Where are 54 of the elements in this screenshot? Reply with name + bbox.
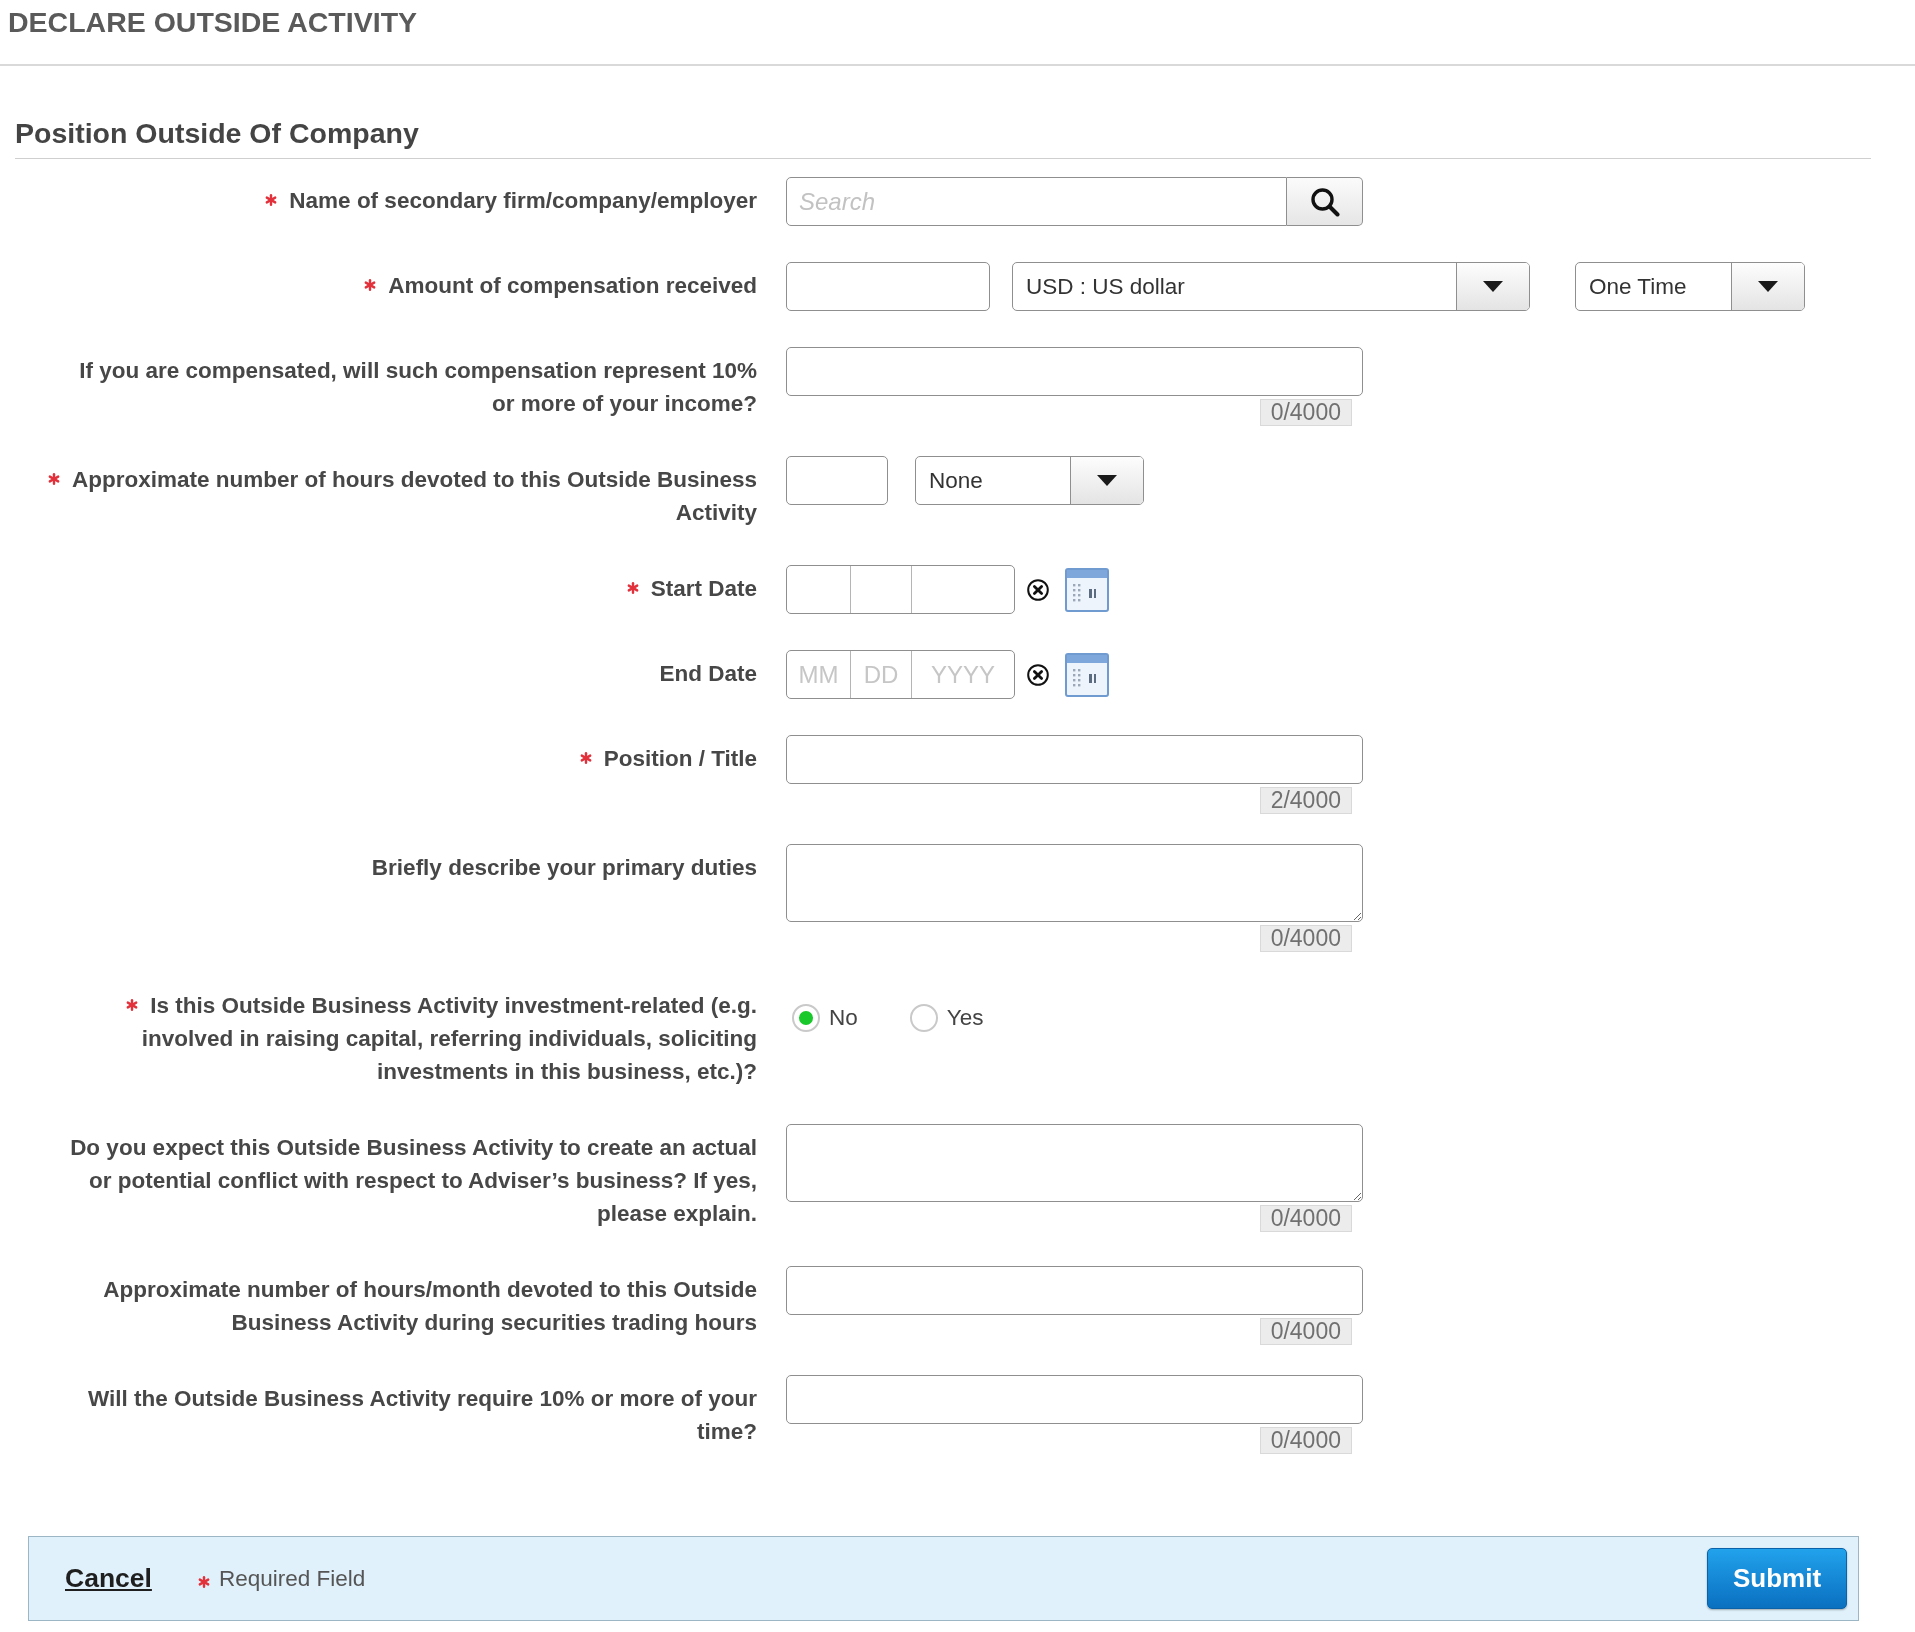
search-icon	[1309, 186, 1340, 217]
clear-icon[interactable]	[1027, 663, 1049, 686]
cancel-link[interactable]: Cancel	[65, 1558, 152, 1599]
option-label: No	[829, 1004, 858, 1032]
field-label: Will the Outside Business Activity require 10% or more of your time?	[87, 1386, 757, 1444]
field-label: Do you expect this Outside Business Activity to create an actual or potential conflict with respect to Adviser’s business? If yes, please explain.	[70, 1135, 757, 1226]
character-counter: 0/4000	[1259, 399, 1352, 426]
field-label: Is this Outside Business Activity investment-related (e.g. involved in raising capital, referring individuals, soliciting investments in this business, etc.)?	[141, 993, 757, 1084]
year-field[interactable]: YYYY	[912, 651, 1014, 698]
currency-select[interactable]: USD : US dollar	[1012, 262, 1530, 311]
text-field[interactable]	[786, 1266, 1363, 1315]
asterisk-icon	[197, 1575, 210, 1588]
search-button[interactable]	[1287, 177, 1363, 226]
text-field[interactable]	[786, 735, 1363, 784]
clear-icon[interactable]	[1027, 578, 1049, 601]
field-label: Approximate number of hours/month devoted to this Outside Business Activity during securities trading hours	[103, 1277, 757, 1335]
text-field[interactable]	[786, 1375, 1363, 1424]
hours-field[interactable]	[786, 456, 888, 505]
page-title: DECLARE OUTSIDE ACTIVITY	[8, 5, 418, 39]
caret-down-icon	[1758, 281, 1778, 292]
calendar-icon[interactable]	[1065, 652, 1109, 697]
submit-button[interactable]: Submit	[1707, 1548, 1847, 1609]
section-title: Position Outside Of Company	[15, 116, 419, 150]
radio-button[interactable]	[792, 1003, 820, 1032]
required-field-legend: Required Field	[218, 1561, 366, 1596]
radio-button[interactable]	[909, 1003, 938, 1032]
date-field[interactable]: MM DD YYYY	[786, 650, 1015, 699]
character-counter: 0/4000	[1259, 1205, 1352, 1232]
field-label: Name of secondary firm/company/employer	[289, 188, 757, 213]
caret-down-icon	[1097, 475, 1117, 486]
search-field[interactable]: Search	[786, 177, 1287, 226]
unit-select[interactable]: None	[915, 456, 1144, 505]
field-label: If you are compensated, will such compensation represent 10% or more of your income?	[79, 358, 757, 416]
month-field[interactable]: MM	[787, 651, 851, 698]
day-field[interactable]: DD	[851, 651, 912, 698]
text-area[interactable]	[786, 844, 1363, 922]
character-counter: 0/4000	[1259, 1318, 1352, 1345]
character-counter: 2/4000	[1259, 787, 1352, 814]
field-label: Amount of compensation received	[388, 273, 757, 298]
field-label: Start Date	[650, 576, 757, 601]
field-label: Briefly describe your primary duties	[371, 855, 757, 880]
text-field[interactable]	[786, 347, 1363, 396]
character-counter: 0/4000	[1259, 1427, 1352, 1454]
option-label: Yes	[946, 1004, 984, 1032]
date-field[interactable]	[786, 565, 1015, 614]
frequency-select[interactable]: One Time	[1575, 262, 1805, 311]
field-label: End Date	[659, 661, 757, 686]
calendar-icon[interactable]	[1065, 567, 1109, 612]
text-area[interactable]	[786, 1124, 1363, 1202]
field-label: Position / Title	[603, 746, 757, 771]
field-label: Approximate number of hours devoted to this Outside Business Activity	[71, 467, 757, 525]
caret-down-icon	[1483, 281, 1503, 292]
amount-field[interactable]	[786, 262, 990, 311]
character-counter: 0/4000	[1259, 925, 1352, 952]
